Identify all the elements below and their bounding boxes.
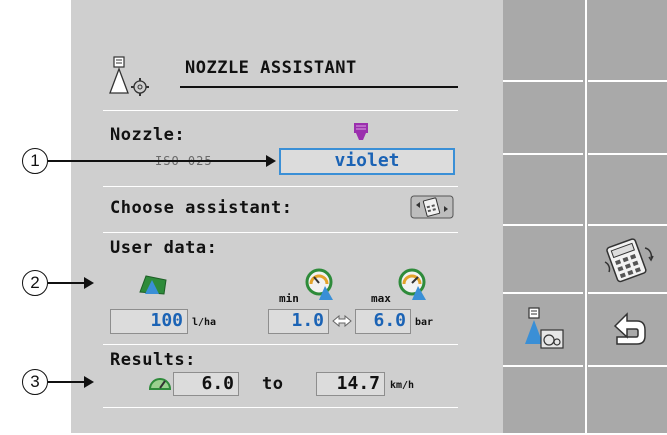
max-pressure-gauge-icon xyxy=(398,268,426,300)
divider xyxy=(103,344,458,345)
softkey-6[interactable] xyxy=(587,155,667,223)
divider xyxy=(103,407,458,408)
callout-1-arrow xyxy=(48,160,268,162)
results-label: Results: xyxy=(110,350,196,370)
page-title: NOZZLE ASSISTANT xyxy=(185,58,357,78)
divider xyxy=(103,186,458,187)
field-application-icon xyxy=(139,275,167,295)
speed-max-field: 14.7 xyxy=(316,372,385,396)
softkey-12[interactable] xyxy=(587,367,667,435)
min-pressure-field[interactable]: 1.0 xyxy=(268,309,329,334)
softkey-5[interactable] xyxy=(503,155,583,223)
divider xyxy=(103,110,458,111)
user-data-label: User data: xyxy=(110,238,218,258)
callout-2-arrowhead xyxy=(84,277,94,289)
softkey-2[interactable] xyxy=(587,0,667,68)
speed-unit: km/h xyxy=(390,380,415,391)
max-pressure-field[interactable]: 6.0 xyxy=(355,309,411,334)
calculator-icon xyxy=(604,238,654,283)
nozzle-label: Nozzle: xyxy=(110,125,186,145)
softkey-11[interactable] xyxy=(503,367,583,435)
softkey-4[interactable] xyxy=(587,82,667,150)
max-label: max xyxy=(371,292,391,305)
softkey-7[interactable] xyxy=(503,226,583,294)
nozzle-assistant-softkey[interactable] xyxy=(503,294,583,362)
title-underline xyxy=(180,86,458,88)
nozzle-assistant-icon xyxy=(525,307,564,349)
min-label: min xyxy=(279,292,299,305)
speed-min-field: 6.0 xyxy=(173,372,239,396)
min-pressure-gauge-icon xyxy=(305,268,333,300)
choose-assistant-label: Choose assistant: xyxy=(110,198,293,218)
speedometer-icon xyxy=(148,378,172,390)
range-link-icon xyxy=(332,314,352,328)
callout-3: 3 xyxy=(22,369,48,395)
callout-2: 2 xyxy=(22,270,48,296)
nozzle-color-field[interactable]: violet xyxy=(279,148,455,175)
callout-3-arrow xyxy=(48,381,86,383)
softkey-3[interactable] xyxy=(503,82,583,150)
pressure-unit: bar xyxy=(415,317,434,328)
calculator-softkey[interactable] xyxy=(587,226,667,294)
to-label: to xyxy=(262,374,284,394)
application-rate-field[interactable]: 100 xyxy=(110,309,188,334)
nozzle-settings-icon xyxy=(109,56,149,96)
choose-assistant-button[interactable] xyxy=(410,195,454,219)
callout-3-arrowhead xyxy=(84,376,94,388)
violet-nozzle-icon xyxy=(354,123,368,140)
back-arrow-icon xyxy=(613,312,646,345)
assistant-selector-icon xyxy=(410,195,454,219)
callout-2-arrow xyxy=(48,282,86,284)
rate-unit: l/ha xyxy=(192,317,217,328)
callout-1-arrowhead xyxy=(266,155,276,167)
back-softkey[interactable] xyxy=(587,294,667,362)
callout-1: 1 xyxy=(22,148,48,174)
divider xyxy=(103,232,458,233)
softkey-1[interactable] xyxy=(503,0,583,68)
